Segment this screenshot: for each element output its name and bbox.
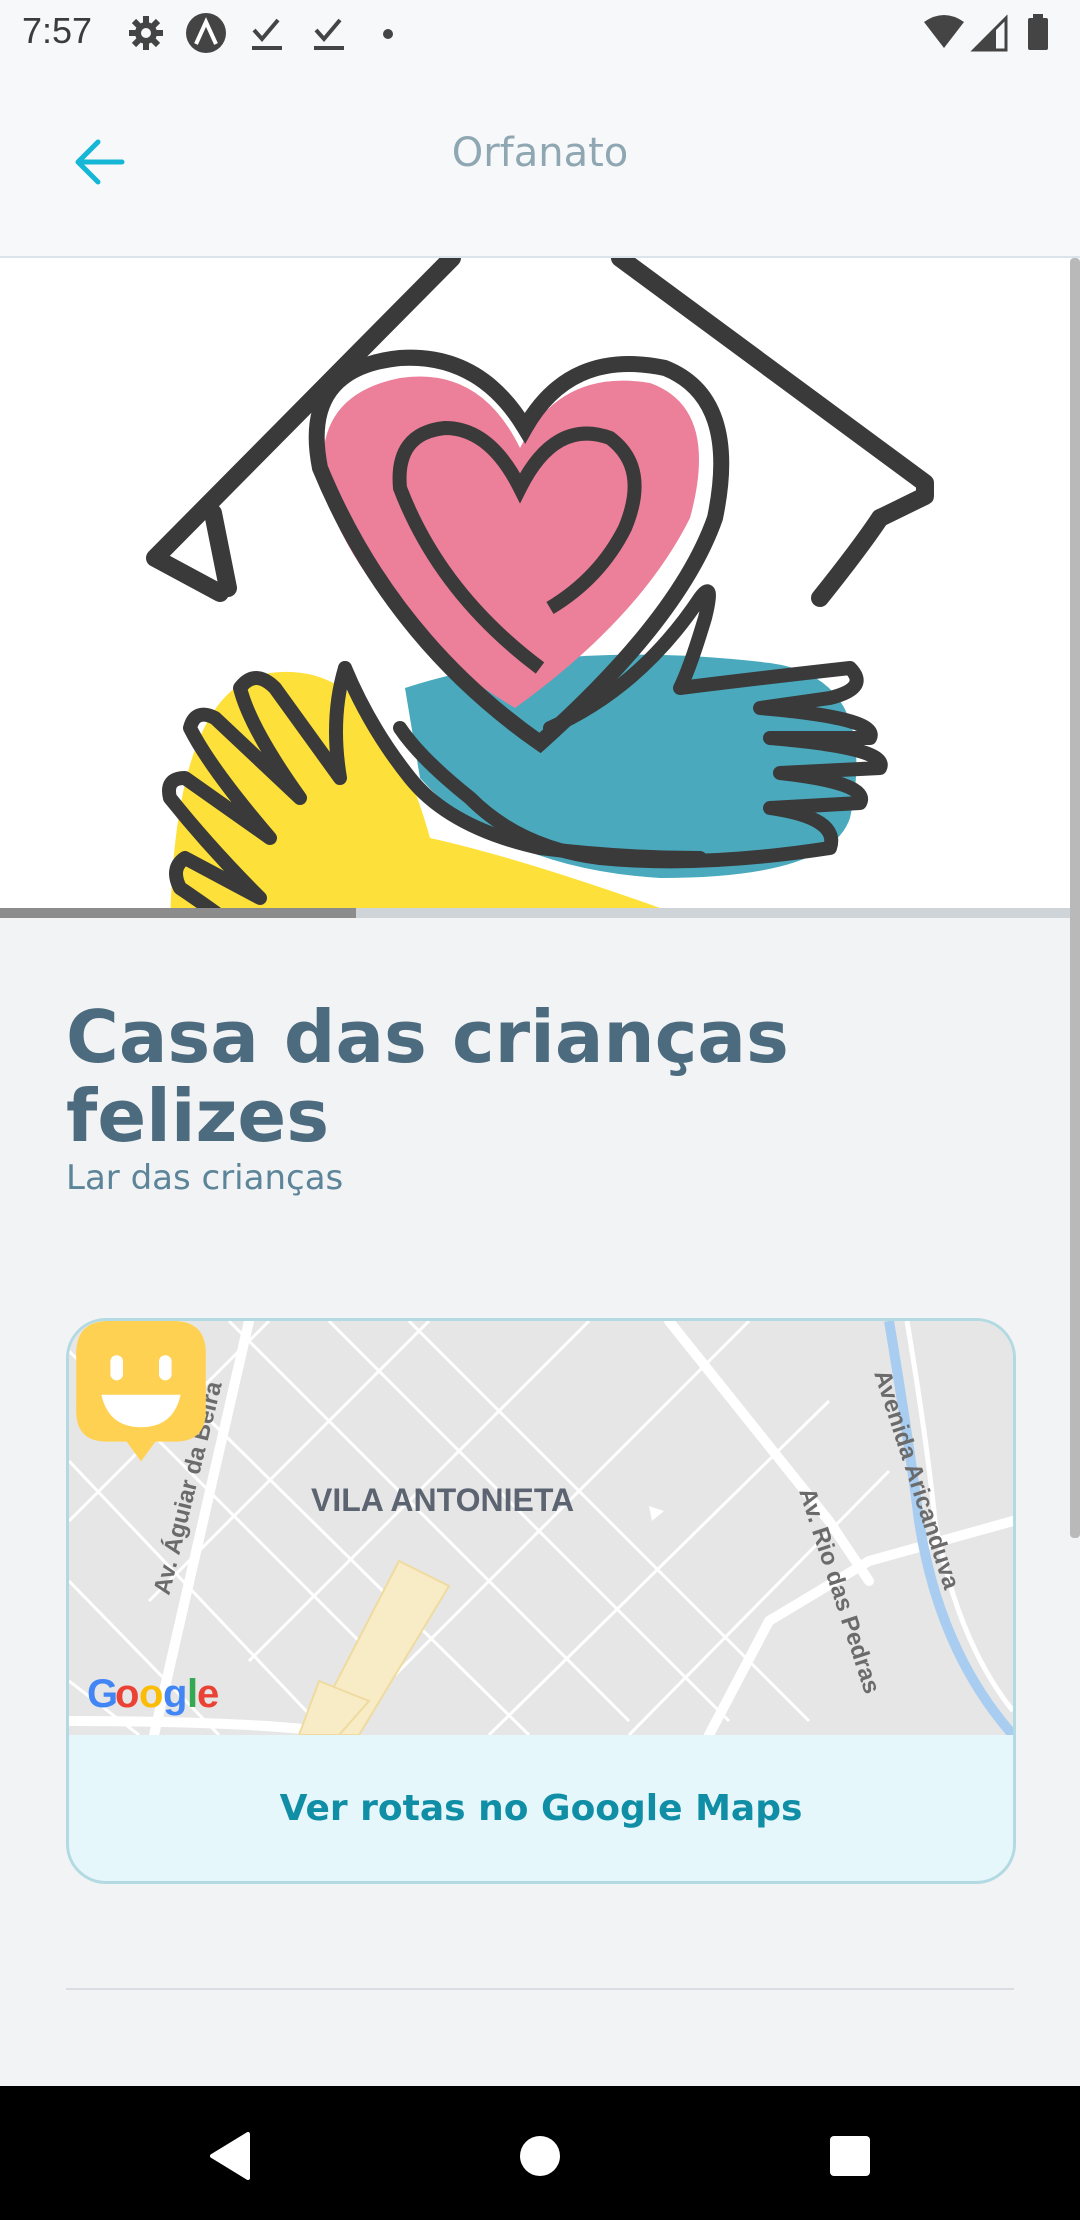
system-nav-bar: [0, 2086, 1080, 2220]
download-done-icon: [252, 18, 282, 50]
carousel-scroll-thumb: [0, 908, 357, 918]
nav-recents-icon[interactable]: [810, 2116, 890, 2196]
svg-text:o: o: [139, 1672, 163, 1716]
place-about: Lar das crianças: [66, 1158, 344, 1198]
svg-text:g: g: [163, 1672, 187, 1716]
directions-button[interactable]: Ver rotas no Google Maps: [69, 1735, 1013, 1881]
svg-text:G: G: [87, 1672, 118, 1716]
svg-text:e: e: [197, 1672, 219, 1716]
map-label-district: VILA ANTONIETA: [311, 1482, 574, 1518]
dot-icon: [383, 29, 393, 39]
a-circle-icon: [186, 13, 226, 53]
status-bar: 7:57: [0, 0, 1080, 66]
app-bar: Orfanato: [0, 66, 1080, 258]
carousel-scroll-track: [0, 908, 1080, 918]
map-view[interactable]: Av. Águiar da Beira VILA ANTONIETA Av. R…: [69, 1321, 1013, 1735]
map-card: Av. Águiar da Beira VILA ANTONIETA Av. R…: [66, 1318, 1016, 1884]
place-image-carousel[interactable]: [0, 258, 1080, 918]
page-scrollbar[interactable]: [1070, 258, 1080, 1538]
place-name: Casa das crianças felizes: [66, 995, 789, 1159]
svg-text:o: o: [115, 1672, 139, 1716]
house-heart-hands-illustration: [146, 258, 934, 918]
status-notification-icons: [129, 13, 393, 53]
page-title: Orfanato: [451, 130, 629, 176]
status-time: 7:57: [22, 10, 93, 51]
nav-back-icon[interactable]: [190, 2116, 270, 2196]
nav-home-icon[interactable]: [500, 2116, 580, 2196]
wifi-icon: [924, 15, 964, 48]
smiley-marker-icon[interactable]: [69, 1321, 213, 1465]
download-done-icon: [314, 18, 344, 50]
gear-icon: [129, 16, 163, 50]
status-system-icons: [924, 14, 1048, 52]
section-divider: [66, 1988, 1014, 1990]
google-logo: G o o g l e: [87, 1672, 219, 1716]
battery-icon: [1028, 14, 1048, 50]
